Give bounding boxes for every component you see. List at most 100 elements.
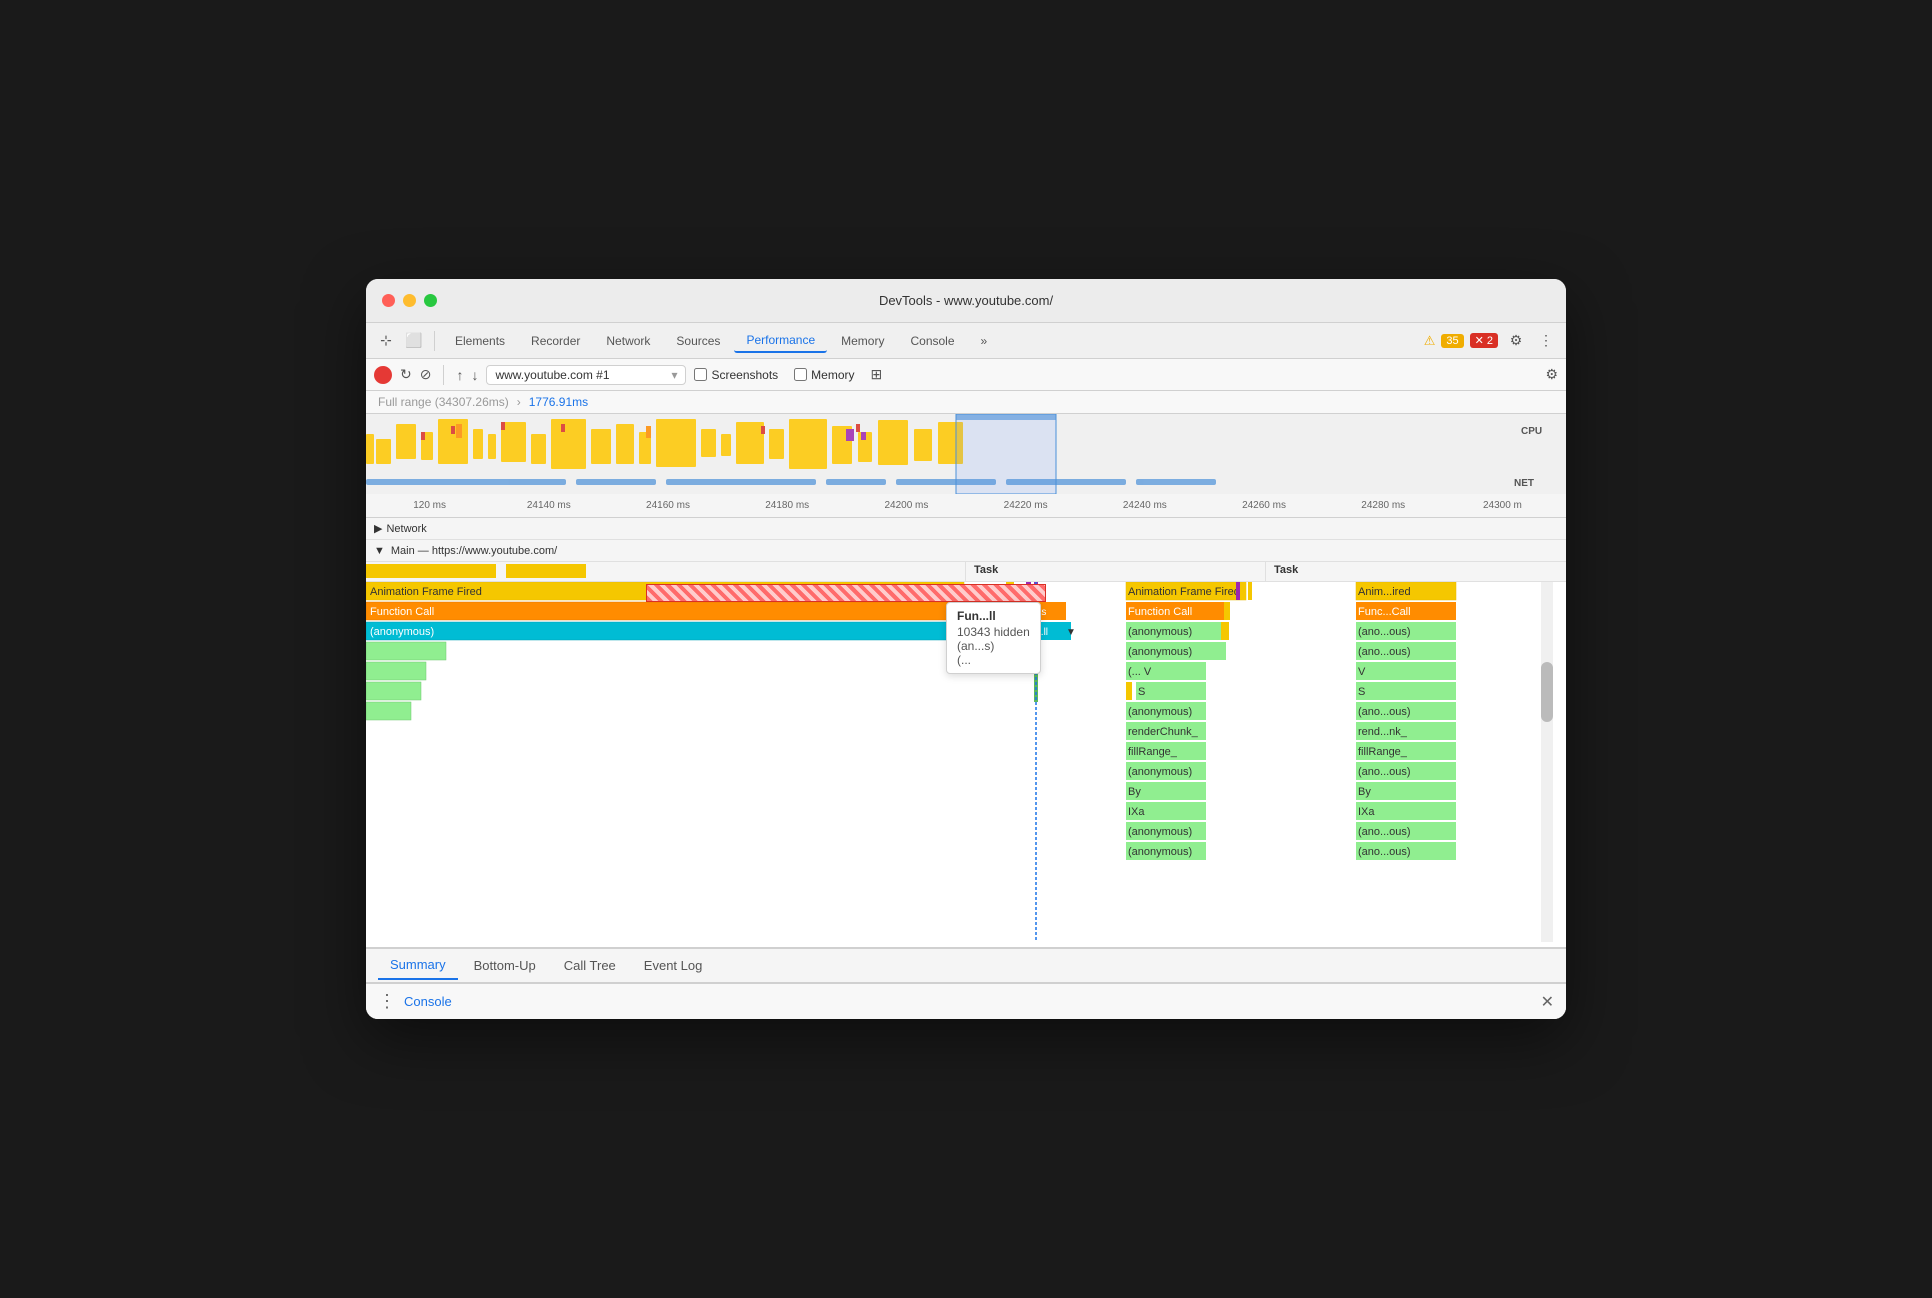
tooltip-hidden-count: 10343 hidden [957,625,1030,639]
close-button[interactable] [382,294,395,307]
memory-checkbox-item[interactable]: Memory [794,368,854,382]
full-range-link[interactable]: Full range (34307.26ms) [378,395,509,409]
svg-text:(anonymous): (anonymous) [1128,646,1192,658]
svg-text:(ano...ous): (ano...ous) [1358,646,1411,658]
memory-checkbox[interactable] [794,368,807,381]
svg-text:S: S [1138,686,1145,698]
svg-text:(anonymous): (anonymous) [370,626,434,638]
error-count: 2 [1487,335,1493,347]
svg-text:renderChunk_: renderChunk_ [1128,726,1199,738]
svg-text:rend...nk_: rend...nk_ [1358,726,1408,738]
tab-sources[interactable]: Sources [664,330,732,352]
mid-col-header: Task [966,562,1266,581]
error-badge: ✕ 2 [1470,333,1498,348]
flame-area: ▶ Network ▼ Main — https://www.youtube.c… [366,518,1566,947]
upload-icon[interactable]: ↑ [456,367,463,383]
device-toggle-icon[interactable]: ⬜ [402,329,426,353]
console-label[interactable]: Console [404,994,452,1009]
tab-bottom-up[interactable]: Bottom-Up [462,952,548,979]
svg-text:(anonymous): (anonymous) [1128,626,1192,638]
svg-text:By: By [1358,786,1371,798]
memory-extra-icon[interactable]: ⊞ [871,366,883,383]
settings2-icon[interactable]: ⚙ [1545,366,1558,383]
url-bar[interactable]: www.youtube.com #1 ▾ [486,365,686,385]
svg-text:Animation Frame Fired: Animation Frame Fired [1128,586,1240,598]
tab-network[interactable]: Network [594,330,662,352]
svg-text:(anonymous): (anonymous) [1128,706,1192,718]
settings-icon[interactable]: ⚙ [1504,329,1528,353]
mid-task-block [366,564,496,578]
tab-summary[interactable]: Summary [378,951,458,980]
console-dots-icon[interactable]: ⋮ [378,991,396,1012]
svg-text:Animation Frame Fired: Animation Frame Fired [370,586,482,598]
svg-text:IXa: IXa [1358,806,1375,818]
screenshots-label: Screenshots [711,368,778,382]
range-bar: Full range (34307.26ms) › 1776.91ms [366,391,1566,414]
svg-text:(ano...ous): (ano...ous) [1358,626,1411,638]
maximize-button[interactable] [424,294,437,307]
traffic-lights [382,294,437,307]
svg-text:(... V: (... V [1128,666,1152,678]
console-close-icon[interactable]: ✕ [1541,992,1554,1012]
warn-icon: ⚠ [1424,333,1436,349]
toolbar-separator [434,331,435,351]
minimize-button[interactable] [403,294,416,307]
network-row: ▶ Network [366,518,1566,540]
svg-text:V: V [1358,666,1366,678]
timeline-svg: CPU NET [366,414,1566,494]
svg-text:(ano...ous): (ano...ous) [1358,846,1411,858]
svg-text:(anonymous): (anonymous) [1128,766,1192,778]
flame-rows-container: Task Task Task [366,562,1566,947]
network-expand-icon[interactable]: ▶ [374,522,382,535]
window-title: DevTools - www.youtube.com/ [879,293,1053,308]
svg-text:fillRange_: fillRange_ [1128,746,1178,758]
flame-tooltip: Fun...ll 10343 hidden (an...s) (... [946,602,1041,674]
memory-label: Memory [811,368,854,382]
time-tick-2: 24160 ms [608,500,727,511]
title-bar: DevTools - www.youtube.com/ [366,279,1566,323]
tab-call-tree[interactable]: Call Tree [552,952,628,979]
time-tick-5: 24220 ms [966,500,1085,511]
bottom-tabs: Summary Bottom-Up Call Tree Event Log [366,947,1566,983]
main-toolbar: ⊹ ⬜ Elements Recorder Network Sources Pe… [366,323,1566,359]
warn-count[interactable]: 35 [1441,334,1463,348]
main-expand-icon[interactable]: ▼ [374,545,385,557]
tab-elements[interactable]: Elements [443,330,517,352]
tab-recorder[interactable]: Recorder [519,330,592,352]
time-tick-7: 24260 ms [1204,500,1323,511]
screenshots-checkbox[interactable] [694,368,707,381]
download-icon[interactable]: ↓ [471,367,478,383]
select-element-icon[interactable]: ⊹ [374,329,398,353]
error-icon: ✕ [1475,335,1484,347]
console-bar: ⋮ Console ✕ [366,983,1566,1019]
tab-event-log[interactable]: Event Log [632,952,715,979]
time-tick-4: 24200 ms [847,500,966,511]
time-tick-1: 24140 ms [489,500,608,511]
network-label: Network [386,523,426,535]
url-dropdown-icon[interactable]: ▾ [671,368,677,382]
tab-console[interactable]: Console [898,330,966,352]
toolbar-right: ⚠ 35 ✕ 2 ⚙ ⋮ [1424,329,1558,353]
timeline-overview[interactable]: CPU NET [366,414,1566,494]
svg-text:(ano...ous): (ano...ous) [1358,706,1411,718]
svg-text:NET: NET [1514,478,1534,489]
record-button[interactable] [374,366,392,384]
svg-text:fillRange_: fillRange_ [1358,746,1408,758]
time-tick-6: 24240 ms [1085,500,1204,511]
mid-task-block2 [506,564,586,578]
time-tick-3: 24180 ms [728,500,847,511]
svg-text:Function Call: Function Call [1128,606,1192,618]
url-text: www.youtube.com #1 [495,368,609,382]
tab-memory[interactable]: Memory [829,330,896,352]
time-ruler: 120 ms 24140 ms 24160 ms 24180 ms 24200 … [366,494,1566,518]
screenshots-checkbox-item[interactable]: Screenshots [694,368,778,382]
time-tick-9: 24300 m [1443,500,1562,511]
more-options-icon[interactable]: ⋮ [1534,329,1558,353]
tab-performance[interactable]: Performance [734,329,827,353]
main-label: Main — https://www.youtube.com/ [391,545,557,557]
refresh-icon[interactable]: ↻ [400,366,412,383]
svg-text:(ano...ous): (ano...ous) [1358,766,1411,778]
tab-more[interactable]: » [969,330,1000,352]
svg-text:Anim...ired: Anim...ired [1358,586,1411,598]
clear-icon[interactable]: ⊘ [420,366,432,383]
